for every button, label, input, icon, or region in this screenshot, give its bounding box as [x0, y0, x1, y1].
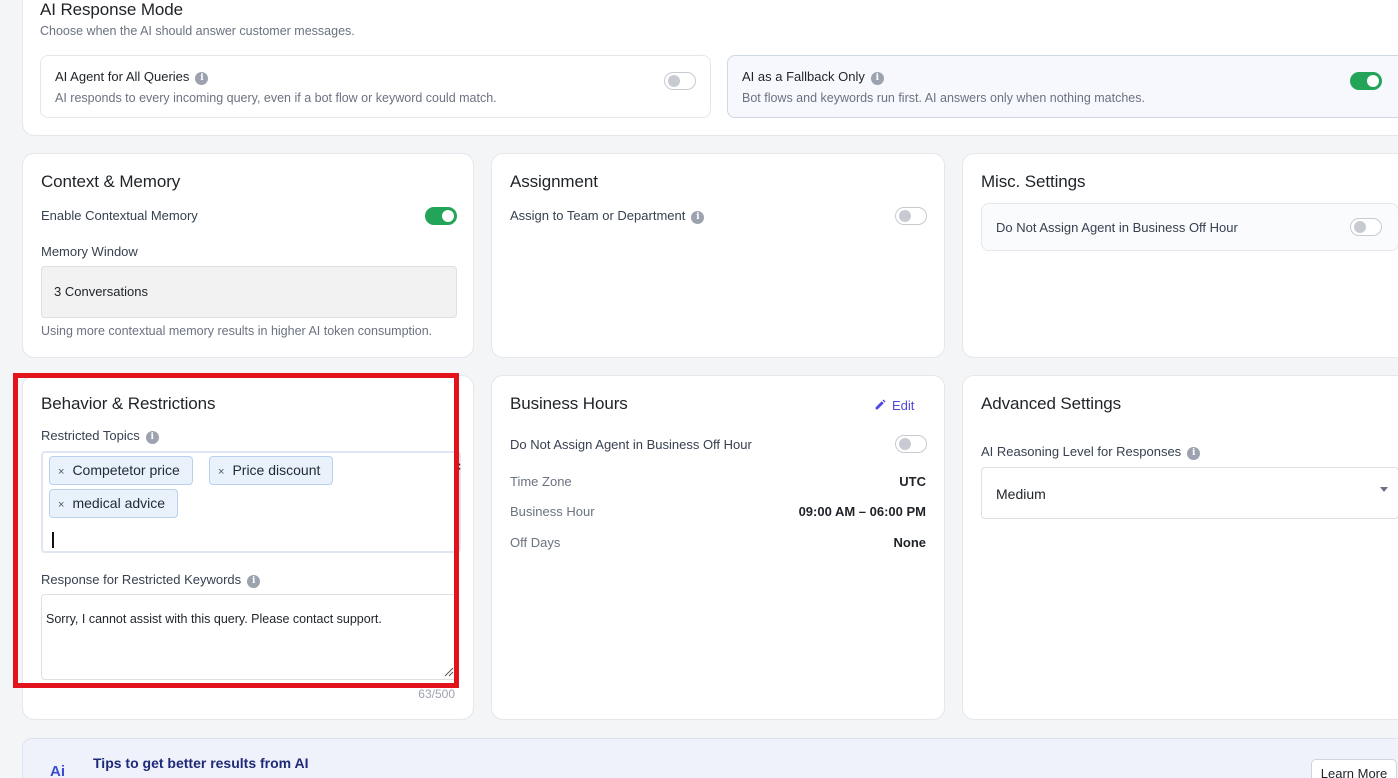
time-zone-value: UTC	[899, 474, 926, 489]
context-memory-card: Context & Memory Enable Contextual Memor…	[22, 153, 474, 358]
char-count: 63/500	[418, 687, 455, 701]
business-off-hour-label: Do Not Assign Agent in Business Off Hour	[510, 437, 752, 452]
info-icon[interactable]: i	[1187, 447, 1201, 460]
business-hours-title: Business Hours	[510, 394, 628, 413]
business-hour-value: 09:00 AM – 06:00 PM	[798, 504, 926, 519]
toggle-knob	[899, 210, 911, 222]
tips-title: Tips to get better results from AI	[93, 755, 309, 771]
enable-contextual-memory-label: Enable Contextual Memory	[41, 208, 198, 223]
business-hour-label: Business Hour	[510, 504, 595, 519]
toggle-knob	[899, 438, 911, 450]
assign-team-toggle[interactable]	[895, 207, 927, 225]
business-off-hour-toggle[interactable]	[895, 435, 927, 453]
off-days-value: None	[893, 535, 927, 550]
memory-window-select[interactable]: 3 Conversations	[41, 266, 457, 318]
info-icon[interactable]: i	[195, 72, 209, 85]
misc-off-hour-toggle[interactable]	[1350, 218, 1382, 236]
edit-business-hours-button[interactable]: Edit	[874, 398, 914, 413]
time-zone-label: Time Zone	[510, 474, 572, 489]
reasoning-level-value: Medium	[996, 486, 1046, 502]
misc-settings-title: Misc. Settings	[981, 172, 1086, 191]
memory-hint: Using more contextual memory results in …	[41, 324, 433, 338]
advanced-settings-title: Advanced Settings	[981, 394, 1122, 413]
info-icon[interactable]: i	[870, 72, 884, 85]
assignment-card: Assignment Assign to Team or Department i	[491, 153, 945, 358]
reasoning-level-label: AI Reasoning Level for Responses i	[981, 444, 1201, 460]
off-days-label: Off Days	[510, 535, 561, 550]
misc-settings-card: Misc. Settings Do Not Assign Agent in Bu…	[962, 153, 1398, 358]
all-queries-toggle[interactable]	[664, 72, 696, 90]
assignment-title: Assignment	[510, 172, 598, 191]
fallback-toggle[interactable]	[1350, 72, 1382, 90]
learn-more-button[interactable]: Learn More	[1311, 759, 1397, 778]
mode-option-fallback-desc: Bot flows and keywords run first. AI ans…	[742, 91, 1145, 105]
info-icon[interactable]: i	[691, 211, 705, 224]
contextual-memory-toggle[interactable]	[425, 207, 457, 225]
misc-off-hour-label: Do Not Assign Agent in Business Off Hour	[996, 220, 1238, 235]
misc-off-hour-row: Do Not Assign Agent in Business Off Hour	[981, 203, 1398, 251]
mode-option-fallback[interactable]: AI as a Fallback Only i Bot flows and key…	[727, 55, 1398, 118]
assign-team-label: Assign to Team or Department i	[510, 208, 705, 224]
mode-option-all-queries[interactable]: AI Agent for All Queries i AI responds to…	[40, 55, 711, 118]
mode-option-fallback-title: AI as a Fallback Only i	[742, 69, 884, 85]
pencil-icon	[875, 399, 886, 410]
context-memory-title: Context & Memory	[41, 172, 181, 191]
toggle-knob	[1367, 75, 1379, 87]
ai-response-mode-subtitle: Choose when the AI should answer custome…	[40, 24, 355, 38]
toggle-knob	[1354, 221, 1366, 233]
ai-response-mode-title: AI Response Mode	[40, 0, 183, 19]
highlight-box	[13, 373, 459, 688]
mode-option-all-queries-title: AI Agent for All Queries i	[55, 69, 209, 85]
ai-badge-icon: Ai	[50, 763, 65, 778]
toggle-knob	[442, 210, 454, 222]
memory-window-value: 3 Conversations	[54, 284, 148, 299]
reasoning-level-select[interactable]: Medium	[981, 467, 1398, 519]
toggle-knob	[668, 75, 680, 87]
tips-banner: Ai Tips to get better results from AI Le…	[22, 738, 1398, 778]
caret-down-icon	[1380, 487, 1388, 492]
memory-window-label: Memory Window	[41, 244, 138, 259]
advanced-settings-card: Advanced Settings AI Reasoning Level for…	[962, 375, 1398, 720]
business-hours-card: Business Hours Edit Do Not Assign Agent …	[491, 375, 945, 720]
mode-option-all-queries-desc: AI responds to every incoming query, eve…	[55, 91, 497, 105]
